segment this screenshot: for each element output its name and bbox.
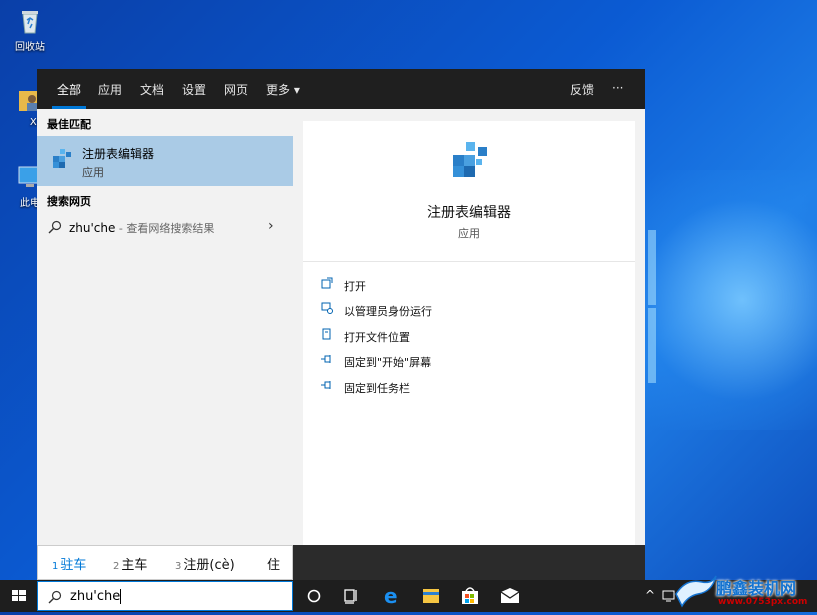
best-match-item[interactable]: 注册表编辑器 应用 [37, 136, 293, 186]
registry-editor-icon [51, 147, 73, 169]
detail-pane: 注册表编辑器 应用 打开 以管理员身份运行 打开文件位置 固定到"开始"屏幕 固… [303, 121, 635, 545]
ime-bar-extension [293, 545, 645, 580]
tab-web[interactable]: 网页 [224, 81, 248, 98]
ime-candidate-2[interactable]: 2 主车 [113, 554, 147, 573]
store-icon[interactable] [452, 580, 488, 612]
action-label: 打开 [344, 280, 366, 293]
best-match-title: 注册表编辑器 [82, 147, 155, 161]
action-label: 固定到任务栏 [344, 382, 410, 395]
wallpaper-pane [648, 308, 656, 383]
registry-editor-large-icon [449, 137, 491, 179]
run-as-admin-icon [321, 302, 335, 316]
web-result-text: zhu'che - 查看网络搜索结果 [69, 220, 214, 236]
feedback-button[interactable]: 反馈 [570, 81, 594, 98]
more-options-button[interactable]: ··· [612, 81, 623, 95]
file-explorer-icon[interactable] [413, 580, 449, 612]
ime-candidate-3[interactable]: 3 注册(cè) [175, 554, 235, 573]
web-heading: 搜索网页 [47, 195, 91, 208]
tab-settings[interactable]: 设置 [182, 81, 206, 98]
recycle-bin-icon [15, 6, 45, 36]
pin-icon [321, 379, 335, 393]
edge-browser-icon[interactable]: e [373, 580, 409, 612]
pin-icon [321, 353, 335, 367]
file-location-icon [321, 328, 335, 342]
tab-documents[interactable]: 文档 [140, 81, 164, 98]
candidate-number: 1 [52, 561, 59, 572]
web-result-suffix: - 查看网络搜索结果 [115, 222, 215, 235]
search-panel: 全部 应用 文档 设置 网页 更多 ▾ 反馈 ··· 最佳匹配 注册表编辑器 应… [37, 69, 645, 545]
cortana-icon[interactable] [296, 580, 332, 612]
text-caret [120, 589, 122, 604]
candidate-text: 驻车 [60, 558, 87, 573]
desktop-icon-label: 回收站 [15, 42, 45, 53]
candidate-number: 2 [113, 561, 120, 572]
detail-divider [303, 261, 635, 262]
tab-all[interactable]: 全部 [57, 81, 81, 98]
desktop-icon-recycle-bin[interactable]: 回收站 [2, 6, 58, 53]
search-tabs-bar: 全部 应用 文档 设置 网页 更多 ▾ 反馈 ··· [37, 69, 645, 109]
wallpaper-pane [648, 230, 656, 305]
open-icon [321, 277, 335, 291]
search-input-text: zhu'che [70, 589, 122, 604]
watermark-url: www.0753px.com [718, 597, 808, 607]
ime-candidate-bar: 1 驻车 2 主车 3 注册(cè) 住 [37, 545, 293, 580]
search-icon [48, 220, 62, 234]
tab-more[interactable]: 更多 ▾ [266, 81, 300, 98]
tab-apps[interactable]: 应用 [98, 81, 122, 98]
candidate-text: 住 [267, 558, 281, 573]
tray-overflow-icon[interactable]: ^ [645, 588, 655, 602]
web-result-query: zhu'che [69, 221, 116, 235]
windows-logo-icon [12, 590, 26, 601]
mail-icon[interactable] [492, 580, 528, 612]
taskbar-search-box[interactable]: zhu'che [37, 581, 293, 611]
ime-candidate-4[interactable]: 住 [267, 554, 280, 573]
chevron-right-icon[interactable]: › [268, 218, 274, 234]
best-match-subtitle: 应用 [82, 166, 104, 179]
action-label: 固定到"开始"屏幕 [344, 356, 432, 369]
action-label: 打开文件位置 [344, 331, 410, 344]
candidate-number: 3 [175, 561, 182, 572]
detail-title: 注册表编辑器 [427, 205, 511, 221]
candidate-text: 主车 [121, 558, 148, 573]
best-match-heading: 最佳匹配 [47, 118, 91, 131]
detail-subtitle: 应用 [458, 227, 480, 240]
task-view-icon[interactable] [333, 580, 369, 612]
candidate-text: 注册(cè) [183, 558, 235, 573]
watermark-text: 鹏鑫装机网 [716, 579, 797, 598]
start-button[interactable] [0, 580, 37, 612]
search-query: zhu'che [70, 589, 121, 604]
results-list: 最佳匹配 注册表编辑器 应用 搜索网页 zhu'che - 查看网络搜索结果 › [37, 109, 293, 545]
svg-text:e: e [384, 584, 398, 608]
action-label: 以管理员身份运行 [344, 305, 432, 318]
search-icon [48, 590, 62, 604]
ime-candidate-1[interactable]: 1 驻车 [52, 554, 86, 573]
web-search-result[interactable]: zhu'che - 查看网络搜索结果 › [37, 212, 293, 242]
